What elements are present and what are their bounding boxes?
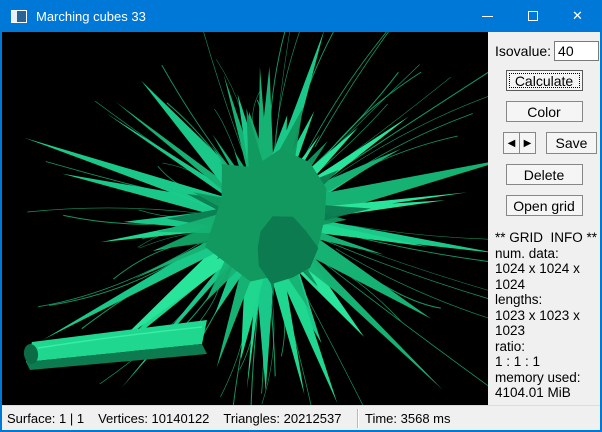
window-title: Marching cubes 33 — [36, 9, 465, 24]
surface-selector-row: ◀ ▶ Save — [488, 132, 600, 154]
maximize-icon — [528, 11, 538, 21]
calculate-button[interactable]: Calculate — [506, 70, 583, 91]
content-area: Isovalue: Calculate Color ◀ ▶ Save Delet… — [2, 32, 600, 405]
close-icon: ✕ — [572, 8, 583, 24]
grid-info-line: memory used: — [495, 370, 600, 386]
minimize-button[interactable] — [465, 0, 510, 32]
vertices-status: Vertices: 10140122 — [98, 411, 209, 426]
time-status: Time: 3568 ms — [358, 411, 451, 426]
grid-info-line: 1024 x 1024 x — [495, 261, 600, 277]
isosurface-render — [2, 32, 488, 405]
maximize-button[interactable] — [510, 0, 555, 32]
save-button[interactable]: Save — [546, 132, 597, 154]
delete-button[interactable]: Delete — [506, 164, 583, 185]
app-icon — [11, 10, 27, 23]
status-bar: Surface: 1 | 1 Vertices: 10140122 Triang… — [2, 405, 600, 430]
grid-info-line: 1023 x 1023 x — [495, 308, 600, 324]
app-window: Marching cubes 33 ✕ Isovalue: Calculate … — [0, 0, 602, 432]
grid-info-header: ** GRID INFO ** — [495, 230, 600, 246]
title-bar: Marching cubes 33 ✕ — [2, 0, 600, 32]
grid-info-line: 1023 — [495, 323, 600, 339]
close-button[interactable]: ✕ — [555, 0, 600, 32]
grid-info-line: ratio: — [495, 339, 600, 355]
minimize-icon — [482, 16, 493, 17]
isovalue-input[interactable] — [554, 41, 599, 61]
grid-info: ** GRID INFO ** num. data: 1024 x 1024 x… — [488, 230, 600, 401]
arrow-left-icon: ◀ — [508, 138, 516, 149]
status-pane-left: Surface: 1 | 1 Vertices: 10140122 Triang… — [2, 411, 357, 426]
color-button[interactable]: Color — [506, 101, 583, 122]
grid-info-line: 4104.01 MiB — [495, 385, 600, 401]
control-panel: Isovalue: Calculate Color ◀ ▶ Save Delet… — [488, 32, 600, 405]
open-grid-button[interactable]: Open grid — [506, 195, 583, 216]
grid-info-line: lengths: — [495, 292, 600, 308]
isovalue-label: Isovalue: — [495, 43, 551, 59]
surface-status: Surface: 1 | 1 — [7, 411, 84, 426]
next-surface-button[interactable]: ▶ — [519, 132, 536, 154]
triangles-status: Triangles: 20212537 — [223, 411, 341, 426]
render-viewport[interactable] — [2, 32, 488, 405]
isovalue-row: Isovalue: — [488, 40, 600, 61]
grid-info-line: num. data: — [495, 246, 600, 262]
grid-info-line: 1 : 1 : 1 — [495, 354, 600, 370]
previous-surface-button[interactable]: ◀ — [503, 132, 520, 154]
arrow-right-icon: ▶ — [524, 138, 532, 149]
grid-info-line: 1024 — [495, 277, 600, 293]
